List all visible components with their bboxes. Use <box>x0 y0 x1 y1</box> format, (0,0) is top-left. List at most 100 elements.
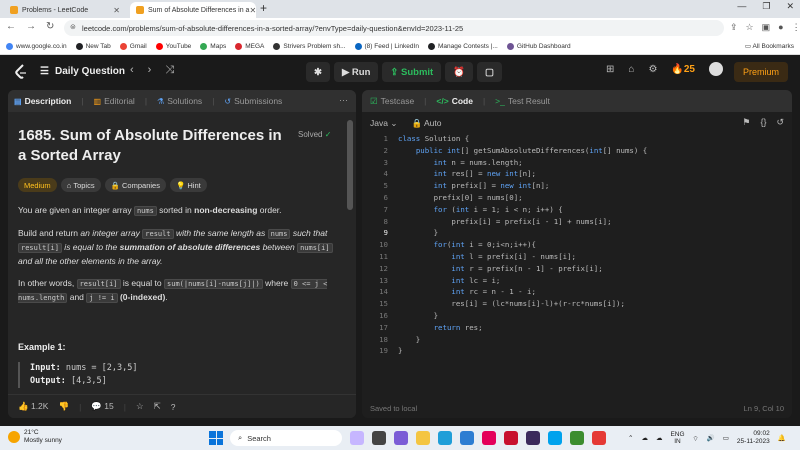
cloud-icon[interactable]: ☁ <box>641 434 648 442</box>
editor-scrollbar[interactable] <box>784 140 790 390</box>
new-tab-button[interactable]: + <box>260 1 267 15</box>
profile-icon[interactable]: ● <box>778 22 783 33</box>
bookmark-gmail[interactable]: Gmail <box>119 42 147 50</box>
tray-chevron-up-icon[interactable]: ⌃ <box>628 434 633 442</box>
forward-icon[interactable]: → <box>26 21 36 32</box>
windows-start-icon[interactable] <box>209 431 223 445</box>
extensions-icon[interactable]: ▣ <box>762 22 771 33</box>
reload-icon[interactable]: ↻ <box>46 21 54 32</box>
more-options-icon[interactable]: ⋯ <box>339 95 348 106</box>
bookmark-google[interactable]: www.google.co.in <box>6 42 67 50</box>
site-info-icon[interactable]: ⊜ <box>70 23 76 31</box>
code-line[interactable]: 17 return res; <box>362 323 792 335</box>
code-line[interactable]: 7 for (int i = 1; i < n; i++) { <box>362 205 792 217</box>
help-icon[interactable]: ? <box>171 402 176 412</box>
code-line[interactable]: 11 int l = prefix[i] - nums[i]; <box>362 252 792 264</box>
weather-widget[interactable]: 21°C Mostly sunny <box>8 429 62 445</box>
close-window-icon[interactable]: ✕ <box>786 1 794 12</box>
app-icon[interactable] <box>570 431 584 445</box>
code-line[interactable]: 15 res[i] = (lc*nums[i]-l)+(r-rc*nums[i]… <box>362 299 792 311</box>
scrollbar-thumb[interactable] <box>347 120 353 210</box>
notification-icon[interactable]: 🔔 <box>778 434 786 442</box>
language-select[interactable]: Java ⌄ <box>370 118 397 129</box>
task-view-icon[interactable] <box>372 431 386 445</box>
close-tab-icon[interactable]: ✕ <box>113 6 120 15</box>
tab-test-result[interactable]: >_ Test Result <box>495 96 550 106</box>
settings-icon[interactable]: ⚙ <box>648 64 657 75</box>
tab-description[interactable]: ▤ Description <box>14 96 71 106</box>
dislike-button[interactable]: 👎 <box>58 401 69 412</box>
battery-icon[interactable]: ▭ <box>723 434 729 442</box>
app-icon[interactable] <box>548 431 562 445</box>
bookmark-maps[interactable]: Maps <box>200 42 226 50</box>
app-icon[interactable] <box>482 431 496 445</box>
edge-app-icon[interactable] <box>438 431 452 445</box>
close-tab-icon[interactable]: ✕ <box>249 6 256 15</box>
volume-icon[interactable]: 🔊 <box>707 434 715 442</box>
code-line[interactable]: 1 class Solution { <box>362 134 792 146</box>
description-scrollbar[interactable] <box>346 112 354 392</box>
code-line[interactable]: 14 int rc = n - 1 - i; <box>362 287 792 299</box>
share-link-icon[interactable]: ⇱ <box>154 401 161 412</box>
avatar[interactable] <box>708 62 723 76</box>
code-editor[interactable]: 1 class Solution {2 public int[] getSumAb… <box>362 134 792 358</box>
code-line[interactable]: 10 for(int i = 0;i<n;i++){ <box>362 240 792 252</box>
code-line[interactable]: 4 int res[] = new int[n]; <box>362 169 792 181</box>
code-line[interactable]: 2 public int[] getSumAbsoluteDifferences… <box>362 146 792 158</box>
browser-tab-active[interactable]: Sum of Absolute Differences in a ✕ <box>130 2 256 18</box>
code-line[interactable]: 5 int prefix[] = new int[n]; <box>362 181 792 193</box>
shop-icon[interactable]: ⌂ <box>628 64 634 75</box>
bookmark-youtube[interactable]: YouTube <box>155 42 191 50</box>
wifi-icon[interactable]: ⌔ <box>693 434 699 443</box>
browser-tab-problems[interactable]: Problems - LeetCode ✕ <box>4 2 126 18</box>
bookmark-star-icon[interactable]: ☆ <box>746 22 754 33</box>
layout-icon[interactable]: ⊞ <box>606 64 614 75</box>
format-code-icon[interactable]: {} <box>760 117 766 128</box>
menu-icon[interactable]: ⋮ <box>792 22 800 33</box>
submit-button[interactable]: ⇪ Submit <box>382 62 442 82</box>
code-line[interactable]: 8 prefix[i] = prefix[i - 1] + nums[i]; <box>362 217 792 229</box>
teams-app-icon[interactable] <box>394 431 408 445</box>
topics-pill[interactable]: ⌂ Topics <box>60 178 101 192</box>
bookmark-github[interactable]: GitHub Dashboard <box>506 42 571 50</box>
bookmark-linkedin[interactable]: (8) Feed | LinkedIn <box>354 42 419 50</box>
tab-solutions[interactable]: ⚗ Solutions <box>157 96 202 106</box>
tab-code[interactable]: </> Code <box>436 96 473 106</box>
code-line[interactable]: 6 prefix[0] = nums[0]; <box>362 193 792 205</box>
timer-button[interactable]: ⏰ <box>445 62 474 82</box>
tab-submissions[interactable]: ↺ Submissions <box>224 96 282 106</box>
code-line[interactable]: 12 int r = prefix[n - 1] - prefix[i]; <box>362 264 792 276</box>
code-line[interactable]: 18 } <box>362 335 792 347</box>
like-button[interactable]: 👍 1.2K <box>18 401 48 412</box>
chrome-app-icon[interactable] <box>592 431 606 445</box>
tab-testcase[interactable]: ☑ Testcase <box>370 96 414 107</box>
notes-button[interactable]: ▢ <box>477 62 503 82</box>
daily-question-link[interactable]: ☰ Daily Question <box>40 66 125 77</box>
code-line[interactable]: 3 int n = nums.length; <box>362 158 792 170</box>
taskbar-search[interactable]: ⌕ Search <box>230 430 342 446</box>
comments-button[interactable]: 💬 15 <box>91 401 113 412</box>
app-icon[interactable] <box>526 431 540 445</box>
bookmark-newtab[interactable]: New Tab <box>75 42 111 50</box>
streak-counter[interactable]: 🔥25 <box>671 64 695 75</box>
debug-button[interactable]: ✱ <box>306 62 330 82</box>
code-line[interactable]: 13 int lc = i; <box>362 276 792 288</box>
reset-code-icon[interactable]: ↺ <box>776 117 784 128</box>
store-app-icon[interactable] <box>460 431 474 445</box>
bookmark-contests[interactable]: Manage Contests |... <box>427 42 498 50</box>
share-icon[interactable]: ⇪ <box>730 22 738 33</box>
bookmark-icon[interactable]: ⚑ <box>742 117 750 128</box>
clock[interactable]: 09:02 25-11-2023 <box>737 430 770 446</box>
maximize-icon[interactable]: ❐ <box>762 1 770 12</box>
favorite-star-icon[interactable]: ☆ <box>136 401 144 412</box>
bookmark-mega[interactable]: MEGA <box>235 42 264 50</box>
companies-pill[interactable]: 🔒 Companies <box>104 178 166 192</box>
run-button[interactable]: ▶ Run <box>333 62 379 82</box>
leetcode-logo-icon[interactable] <box>14 64 28 80</box>
back-icon[interactable]: ← <box>6 21 16 32</box>
premium-button[interactable]: Premium <box>734 62 788 82</box>
tab-editorial[interactable]: ▥ Editorial <box>94 96 135 106</box>
next-problem-icon[interactable]: › <box>148 64 152 77</box>
difficulty-badge[interactable]: Medium <box>18 178 57 192</box>
mcafee-icon[interactable] <box>504 431 518 445</box>
